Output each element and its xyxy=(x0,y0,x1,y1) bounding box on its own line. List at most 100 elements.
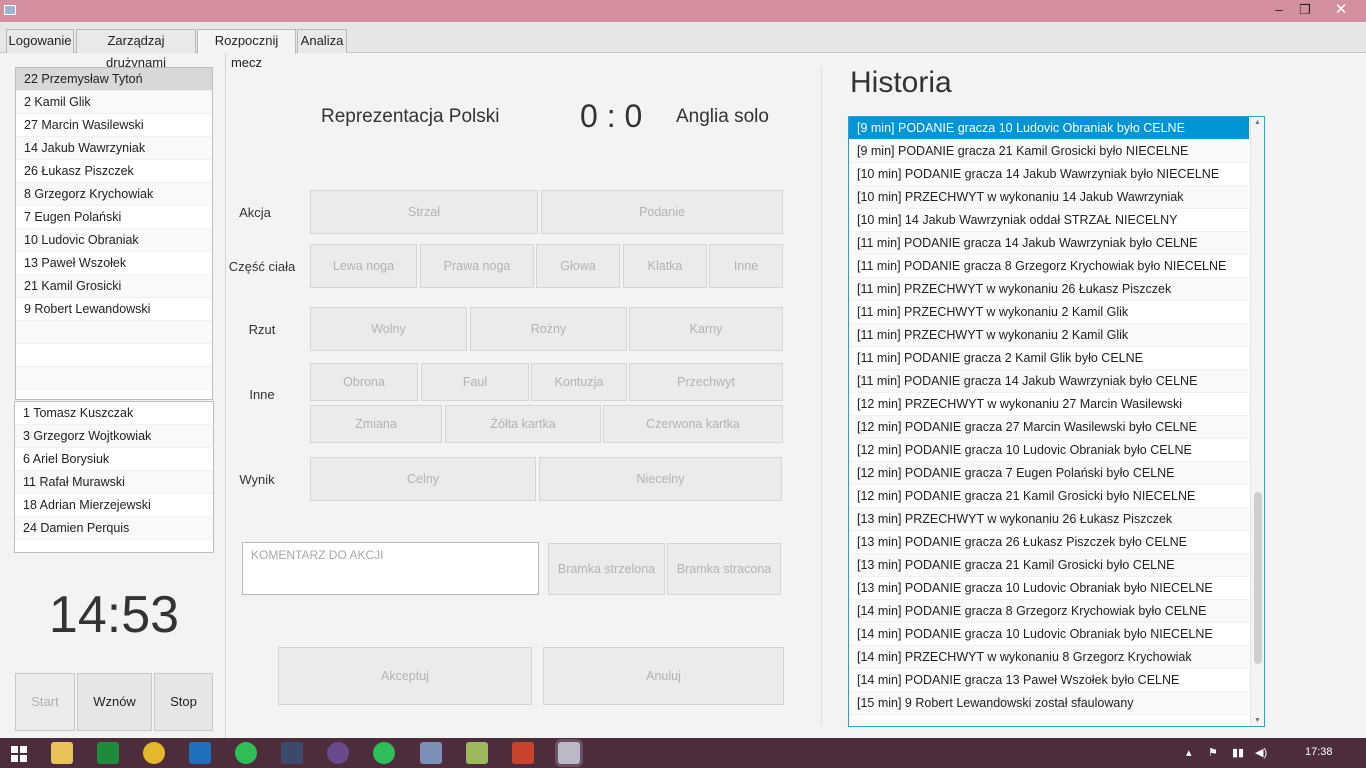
media-app-icon[interactable] xyxy=(327,742,349,764)
history-item[interactable]: [10 min] PRZECHWYT w wykonaniu 14 Jakub … xyxy=(849,186,1249,209)
prawa-noga-button[interactable]: Prawa noga xyxy=(420,244,534,288)
zolta-kartka-button[interactable]: Żółta kartka xyxy=(445,405,601,443)
list-item[interactable]: 7 Eugen Polański xyxy=(16,206,212,229)
list-item[interactable]: 3 Grzegorz Wojtkowiak xyxy=(15,425,213,448)
scroll-down-icon[interactable]: ▼ xyxy=(1254,717,1261,724)
list-item[interactable]: 8 Grzegorz Krychowiak xyxy=(16,183,212,206)
spotify-icon-2[interactable] xyxy=(373,742,395,764)
list-item[interactable]: 1 Tomasz Kuszczak xyxy=(15,402,213,425)
niecelny-button[interactable]: Niecelny xyxy=(539,457,782,501)
history-item[interactable]: [13 min] PRZECHWYT w wykonaniu 26 Łukasz… xyxy=(849,508,1249,531)
glowa-button[interactable]: Głowa xyxy=(536,244,620,288)
history-item[interactable]: [11 min] PRZECHWYT w wykonaniu 26 Łukasz… xyxy=(849,278,1249,301)
save-app-icon[interactable] xyxy=(281,742,303,764)
tab-rozpocznij-mecz[interactable]: Rozpocznij mecz xyxy=(197,29,296,70)
history-item[interactable]: [11 min] PODANIE gracza 14 Jakub Wawrzyn… xyxy=(849,232,1249,255)
karny-button[interactable]: Karny xyxy=(629,307,783,351)
file-explorer-icon[interactable] xyxy=(51,742,73,764)
close-button[interactable]: ✕ xyxy=(1326,0,1356,20)
zmiana-button[interactable]: Zmiana xyxy=(310,405,442,443)
stop-button[interactable]: Stop xyxy=(154,673,213,731)
list-item[interactable]: 24 Damien Perquis xyxy=(15,517,213,540)
scroll-thumb[interactable] xyxy=(1254,492,1262,664)
history-item[interactable]: [10 min] 14 Jakub Wawrzyniak oddał STRZA… xyxy=(849,209,1249,232)
history-item[interactable]: [9 min] PODANIE gracza 10 Ludovic Obrani… xyxy=(849,117,1249,140)
spotify-icon[interactable] xyxy=(235,742,257,764)
podanie-button[interactable]: Podanie xyxy=(541,190,783,234)
history-item[interactable]: [13 min] PODANIE gracza 26 Łukasz Piszcz… xyxy=(849,531,1249,554)
celny-button[interactable]: Celny xyxy=(310,457,536,501)
tray-chevron-icon[interactable]: ▴ xyxy=(1186,746,1192,759)
wolny-button[interactable]: Wolny xyxy=(310,307,467,351)
java-app-icon[interactable] xyxy=(558,742,580,764)
maximize-button[interactable]: ❐ xyxy=(1290,0,1320,20)
flag-icon[interactable]: ⚑ xyxy=(1208,746,1218,759)
klatka-button[interactable]: Klatka xyxy=(623,244,707,288)
list-item[interactable]: 27 Marcin Wasilewski xyxy=(16,114,212,137)
comment-input[interactable]: KOMENTARZ DO AKCJI xyxy=(242,542,539,595)
przechwyt-button[interactable]: Przechwyt xyxy=(629,363,783,401)
faul-button[interactable]: Faul xyxy=(421,363,529,401)
history-item[interactable]: [11 min] PODANIE gracza 8 Grzegorz Krych… xyxy=(849,255,1249,278)
obrona-button[interactable]: Obrona xyxy=(310,363,418,401)
bramka-stracona-button[interactable]: Bramka stracona xyxy=(667,543,781,595)
list-item[interactable]: 11 Rafał Murawski xyxy=(15,471,213,494)
kontuzja-button[interactable]: Kontuzja xyxy=(531,363,627,401)
list-item[interactable]: 22 Przemysław Tytoń xyxy=(16,68,212,91)
history-item[interactable]: [13 min] PODANIE gracza 21 Kamil Grosick… xyxy=(849,554,1249,577)
list-item[interactable]: 9 Robert Lewandowski xyxy=(16,298,212,321)
lineup-list[interactable]: 22 Przemysław Tytoń 2 Kamil Glik 27 Marc… xyxy=(15,67,213,400)
history-item[interactable]: [13 min] PODANIE gracza 10 Ludovic Obran… xyxy=(849,577,1249,600)
bramka-strzelona-button[interactable]: Bramka strzelona xyxy=(548,543,665,595)
history-item[interactable]: [12 min] PODANIE gracza 21 Kamil Grosick… xyxy=(849,485,1249,508)
start-button[interactable]: Start xyxy=(15,673,75,731)
history-item[interactable]: [12 min] PODANIE gracza 10 Ludovic Obran… xyxy=(849,439,1249,462)
notepad-icon[interactable] xyxy=(466,742,488,764)
history-item[interactable]: [11 min] PODANIE gracza 14 Jakub Wawrzyn… xyxy=(849,370,1249,393)
history-scrollbar[interactable]: ▲ ▼ xyxy=(1250,117,1264,726)
history-item[interactable]: [9 min] PODANIE gracza 21 Kamil Grosicki… xyxy=(849,140,1249,163)
history-list[interactable]: [9 min] PODANIE gracza 10 Ludovic Obrani… xyxy=(848,116,1265,727)
list-item[interactable]: 6 Ariel Borysiuk xyxy=(15,448,213,471)
list-item[interactable]: 10 Ludovic Obraniak xyxy=(16,229,212,252)
tab-zarzadzaj-druzynami[interactable]: Zarządzaj drużynami xyxy=(76,29,196,70)
list-item[interactable]: 18 Adrian Mierzejewski xyxy=(15,494,213,517)
czerwona-kartka-button[interactable]: Czerwona kartka xyxy=(603,405,783,443)
history-item[interactable]: [14 min] PODANIE gracza 13 Paweł Wszołek… xyxy=(849,669,1249,692)
history-item[interactable]: [12 min] PODANIE gracza 27 Marcin Wasile… xyxy=(849,416,1249,439)
list-item[interactable]: 14 Jakub Wawrzyniak xyxy=(16,137,212,160)
list-item[interactable]: 21 Kamil Grosicki xyxy=(16,275,212,298)
tab-analiza[interactable]: Analiza xyxy=(297,29,347,53)
inne-body-button[interactable]: Inne xyxy=(709,244,783,288)
resume-button[interactable]: Wznów xyxy=(77,673,152,731)
list-item[interactable]: 26 Łukasz Piszczek xyxy=(16,160,212,183)
bench-list[interactable]: 1 Tomasz Kuszczak 3 Grzegorz Wojtkowiak … xyxy=(14,401,214,553)
outlook-icon[interactable] xyxy=(189,742,211,764)
excel-icon[interactable] xyxy=(97,742,119,764)
history-item[interactable]: [11 min] PRZECHWYT w wykonaniu 2 Kamil G… xyxy=(849,324,1249,347)
list-item[interactable]: 13 Paweł Wszołek xyxy=(16,252,212,275)
history-item[interactable]: [14 min] PODANIE gracza 8 Grzegorz Krych… xyxy=(849,600,1249,623)
list-item[interactable]: 2 Kamil Glik xyxy=(16,91,212,114)
network-icon[interactable]: ▮▮ xyxy=(1232,746,1244,759)
volume-icon[interactable]: ◀) xyxy=(1255,746,1267,759)
tab-logowanie[interactable]: Logowanie xyxy=(6,29,74,53)
scroll-up-icon[interactable]: ▲ xyxy=(1254,119,1261,126)
security-app-icon[interactable] xyxy=(420,742,442,764)
history-item[interactable]: [14 min] PRZECHWYT w wykonaniu 8 Grzegor… xyxy=(849,646,1249,669)
history-item[interactable]: [12 min] PRZECHWYT w wykonaniu 27 Marcin… xyxy=(849,393,1249,416)
history-item[interactable]: [10 min] PODANIE gracza 14 Jakub Wawrzyn… xyxy=(849,163,1249,186)
history-item[interactable]: [11 min] PRZECHWYT w wykonaniu 2 Kamil G… xyxy=(849,301,1249,324)
powerpoint-icon[interactable] xyxy=(512,742,534,764)
windows-start-icon[interactable] xyxy=(11,746,27,762)
history-item[interactable]: [12 min] PODANIE gracza 7 Eugen Polański… xyxy=(849,462,1249,485)
akceptuj-button[interactable]: Akceptuj xyxy=(278,647,532,705)
lewa-noga-button[interactable]: Lewa noga xyxy=(310,244,417,288)
strzal-button[interactable]: Strzał xyxy=(310,190,538,234)
rozny-button[interactable]: Rożny xyxy=(470,307,627,351)
chrome-icon[interactable] xyxy=(143,742,165,764)
history-item[interactable]: [14 min] PODANIE gracza 10 Ludovic Obran… xyxy=(849,623,1249,646)
anuluj-button[interactable]: Anuluj xyxy=(543,647,784,705)
history-item[interactable]: [11 min] PODANIE gracza 2 Kamil Glik był… xyxy=(849,347,1249,370)
history-item[interactable]: [15 min] 9 Robert Lewandowski został sfa… xyxy=(849,692,1249,715)
